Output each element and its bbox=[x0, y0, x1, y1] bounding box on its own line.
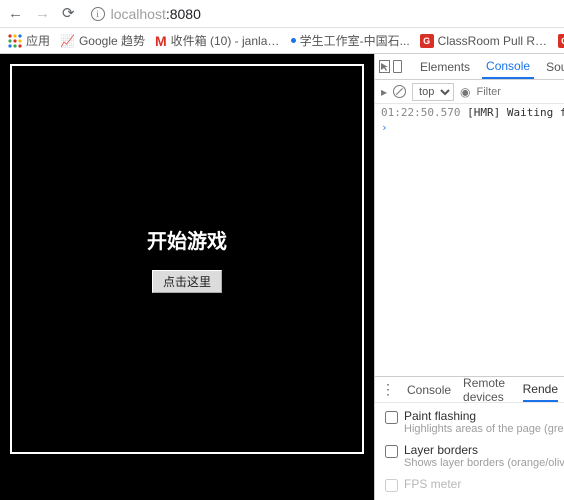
opt-fps-meter: FPS meter bbox=[385, 477, 554, 492]
filter-input[interactable] bbox=[477, 86, 517, 98]
browser-toolbar: ← → ⟳ i localhost:8080 bbox=[0, 0, 564, 28]
tab-console[interactable]: Console bbox=[482, 54, 534, 79]
devtools-drawer: ⋮ Console Remote devices Rende Paint fla… bbox=[375, 376, 564, 500]
drawer-tab-console[interactable]: Console bbox=[407, 383, 451, 397]
forward-button[interactable]: → bbox=[35, 6, 50, 21]
tab-sources[interactable]: Sourc bbox=[542, 54, 564, 79]
checkbox-fps-meter[interactable] bbox=[385, 479, 398, 492]
console-filter-bar: ▸ top ◉ bbox=[375, 80, 564, 104]
back-button[interactable]: ← bbox=[8, 6, 23, 21]
start-button[interactable]: 点击这里 bbox=[152, 270, 222, 293]
clear-console-icon[interactable] bbox=[393, 85, 406, 98]
drawer-menu-icon[interactable]: ⋮ bbox=[381, 381, 395, 398]
console-prompt[interactable]: › bbox=[381, 121, 558, 134]
opt-layer-borders: Layer borders Shows layer borders (orang… bbox=[385, 443, 554, 469]
reload-button[interactable]: ⟳ bbox=[62, 6, 75, 21]
page-area: 开始游戏 点击这里 bbox=[0, 54, 374, 500]
main-split: 开始游戏 点击这里 Elements Console Sourc ▸ top ◉… bbox=[0, 54, 564, 500]
bookmark-google-trends[interactable]: 📈 Google 趋势 bbox=[60, 32, 145, 49]
url-bar[interactable]: i localhost:8080 bbox=[91, 6, 201, 22]
live-expr-icon[interactable]: ◉ bbox=[460, 85, 470, 99]
url-host: localhost bbox=[111, 6, 166, 22]
drawer-tabs: ⋮ Console Remote devices Rende bbox=[375, 377, 564, 403]
game-title: 开始游戏 bbox=[147, 225, 227, 254]
context-select[interactable]: top bbox=[412, 83, 454, 101]
game-container: 开始游戏 点击这里 bbox=[10, 64, 364, 454]
log-line: 01:22:50.570 [HMR] Waiting for upd bbox=[381, 106, 558, 119]
dot-icon bbox=[291, 38, 296, 43]
devtools-tabs: Elements Console Sourc bbox=[375, 54, 564, 80]
nav-arrows: ← → ⟳ bbox=[8, 6, 75, 21]
tab-elements[interactable]: Elements bbox=[416, 54, 474, 79]
device-toggle-icon[interactable] bbox=[398, 61, 400, 72]
bookmark-classroom[interactable]: G ClassRoom Pull Req... bbox=[420, 34, 548, 48]
gmail-icon: M bbox=[155, 33, 167, 49]
rendering-options: Paint flashing Highlights areas of the p… bbox=[375, 403, 564, 492]
console-body[interactable]: 01:22:50.570 [HMR] Waiting for upd › bbox=[375, 104, 564, 376]
site-info-icon[interactable]: i bbox=[91, 7, 105, 21]
bookmark-inbox[interactable]: M 收件箱 (10) - janlay... bbox=[155, 32, 281, 49]
sidebar-toggle-icon[interactable]: ▸ bbox=[381, 85, 387, 99]
apps-icon bbox=[8, 34, 22, 48]
bookmark-student[interactable]: 学生工作室-中国石... bbox=[291, 32, 410, 49]
g-icon: G bbox=[558, 34, 564, 48]
opt-paint-flashing: Paint flashing Highlights areas of the p… bbox=[385, 409, 554, 435]
g-icon: G bbox=[420, 34, 434, 48]
bookmarks-bar: 应用 📈 Google 趋势 M 收件箱 (10) - janlay... 学生… bbox=[0, 28, 564, 54]
bookmark-mobile[interactable]: G mobile Pull Request... bbox=[558, 34, 564, 48]
devtools-panel: Elements Console Sourc ▸ top ◉ 01:22:50.… bbox=[374, 54, 564, 500]
trends-icon: 📈 bbox=[60, 34, 75, 48]
drawer-tab-rendering[interactable]: Rende bbox=[523, 377, 558, 402]
apps-button[interactable]: 应用 bbox=[8, 32, 50, 49]
inspect-icon[interactable] bbox=[379, 60, 390, 73]
url-port: :8080 bbox=[166, 6, 201, 22]
checkbox-paint-flashing[interactable] bbox=[385, 411, 398, 424]
drawer-tab-remote[interactable]: Remote devices bbox=[463, 376, 511, 404]
checkbox-layer-borders[interactable] bbox=[385, 445, 398, 458]
